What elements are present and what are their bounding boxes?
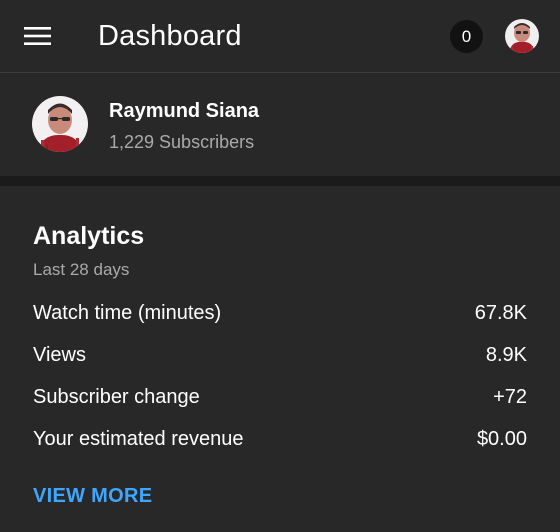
channel-avatar[interactable] <box>32 96 88 152</box>
analytics-title: Analytics <box>33 222 145 250</box>
dashboard-app: Dashboard 0 Raymund Siana 1,229 Subscrib… <box>0 0 560 532</box>
view-more-link[interactable]: VIEW MORE <box>33 484 152 508</box>
channel-card: Raymund Siana 1,229 Subscribers <box>0 73 560 176</box>
top-app-bar: Dashboard 0 <box>0 0 560 73</box>
notification-count-badge[interactable]: 0 <box>450 20 483 53</box>
metric-row-subscriber-change: Subscriber change +72 <box>33 383 527 411</box>
page-title: Dashboard <box>98 20 242 52</box>
metric-value: 67.8K <box>474 302 527 324</box>
subscriber-count: 1,229 Subscribers <box>109 132 255 152</box>
metric-label: Your estimated revenue <box>33 428 244 450</box>
metric-label: Views <box>33 344 86 366</box>
metric-value: $0.00 <box>476 428 527 450</box>
metric-row-views: Views 8.9K <box>33 341 527 369</box>
metric-row-estimated-revenue: Your estimated revenue $0.00 <box>33 425 527 453</box>
metric-value: 8.9K <box>485 344 527 366</box>
analytics-period: Last 28 days <box>33 260 130 279</box>
metric-label: Subscriber change <box>33 386 200 408</box>
hamburger-menu-icon[interactable] <box>20 20 56 52</box>
metric-value: +72 <box>493 386 527 408</box>
metric-row-watch-time: Watch time (minutes) 67.8K <box>33 299 527 327</box>
account-avatar[interactable] <box>505 19 539 53</box>
channel-name: Raymund Siana <box>109 100 260 122</box>
metric-label: Watch time (minutes) <box>33 302 222 324</box>
section-divider <box>0 176 560 186</box>
analytics-card: Analytics Last 28 days Watch time (minut… <box>0 186 560 532</box>
